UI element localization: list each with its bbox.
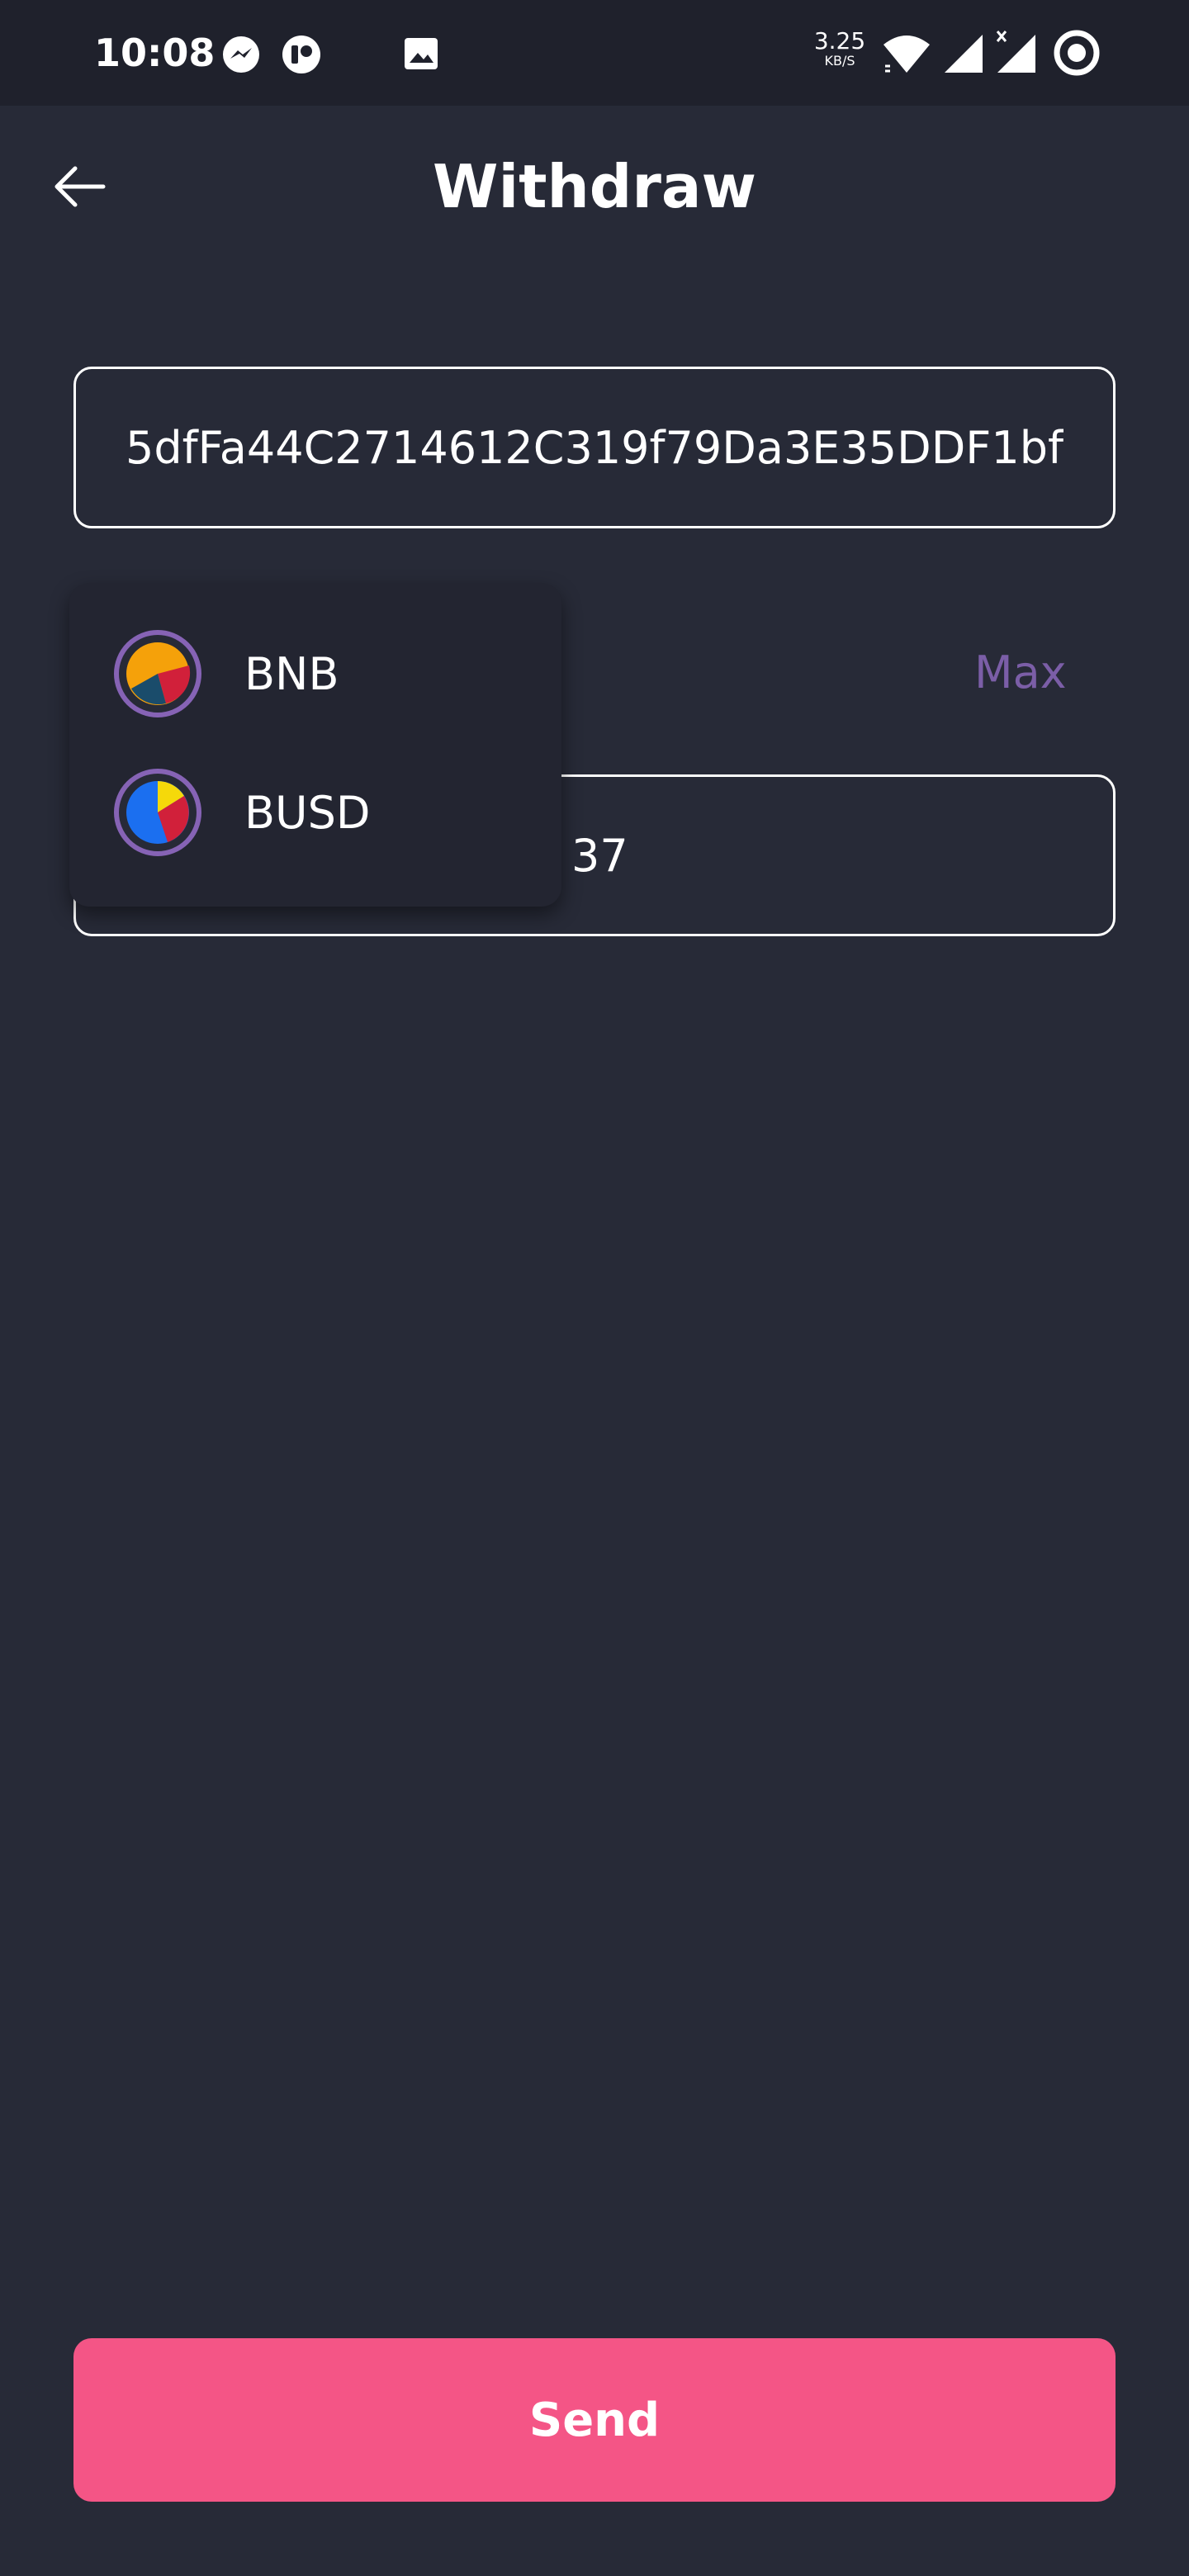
status-bar: 10:08 3.25 KB/S <box>0 0 1189 106</box>
signal-no-data-icon <box>992 28 1037 78</box>
address-input-value: 5dfFa44C2714612C319f79Da3E35DDF1bf <box>126 421 1063 474</box>
send-button[interactable]: Send <box>73 2338 1116 2502</box>
token-option-bnb[interactable]: BNB <box>69 604 561 743</box>
token-option-label: BNB <box>244 647 339 700</box>
image-icon <box>403 36 439 75</box>
signal-icon <box>943 33 984 78</box>
app-notification-icon <box>281 35 322 78</box>
withdraw-screen: 10:08 3.25 KB/S Withdraw 5dfFa44C2714612… <box>0 0 1189 2576</box>
status-time: 10:08 <box>94 31 216 75</box>
page-title: Withdraw <box>433 152 756 221</box>
token-option-label: BUSD <box>244 786 371 839</box>
token-option-busd[interactable]: BUSD <box>69 743 561 882</box>
bnb-token-icon <box>114 630 201 717</box>
busd-token-icon <box>114 769 201 856</box>
address-input[interactable]: 5dfFa44C2714612C319f79Da3E35DDF1bf <box>73 367 1116 528</box>
wifi-icon <box>882 33 931 78</box>
network-speed: 3.25 KB/S <box>813 27 866 69</box>
token-dropdown-menu: BNB BUSD <box>69 583 561 907</box>
messenger-icon <box>221 35 261 78</box>
focus-mode-icon <box>1054 30 1100 80</box>
max-button[interactable]: Max <box>974 644 1067 702</box>
